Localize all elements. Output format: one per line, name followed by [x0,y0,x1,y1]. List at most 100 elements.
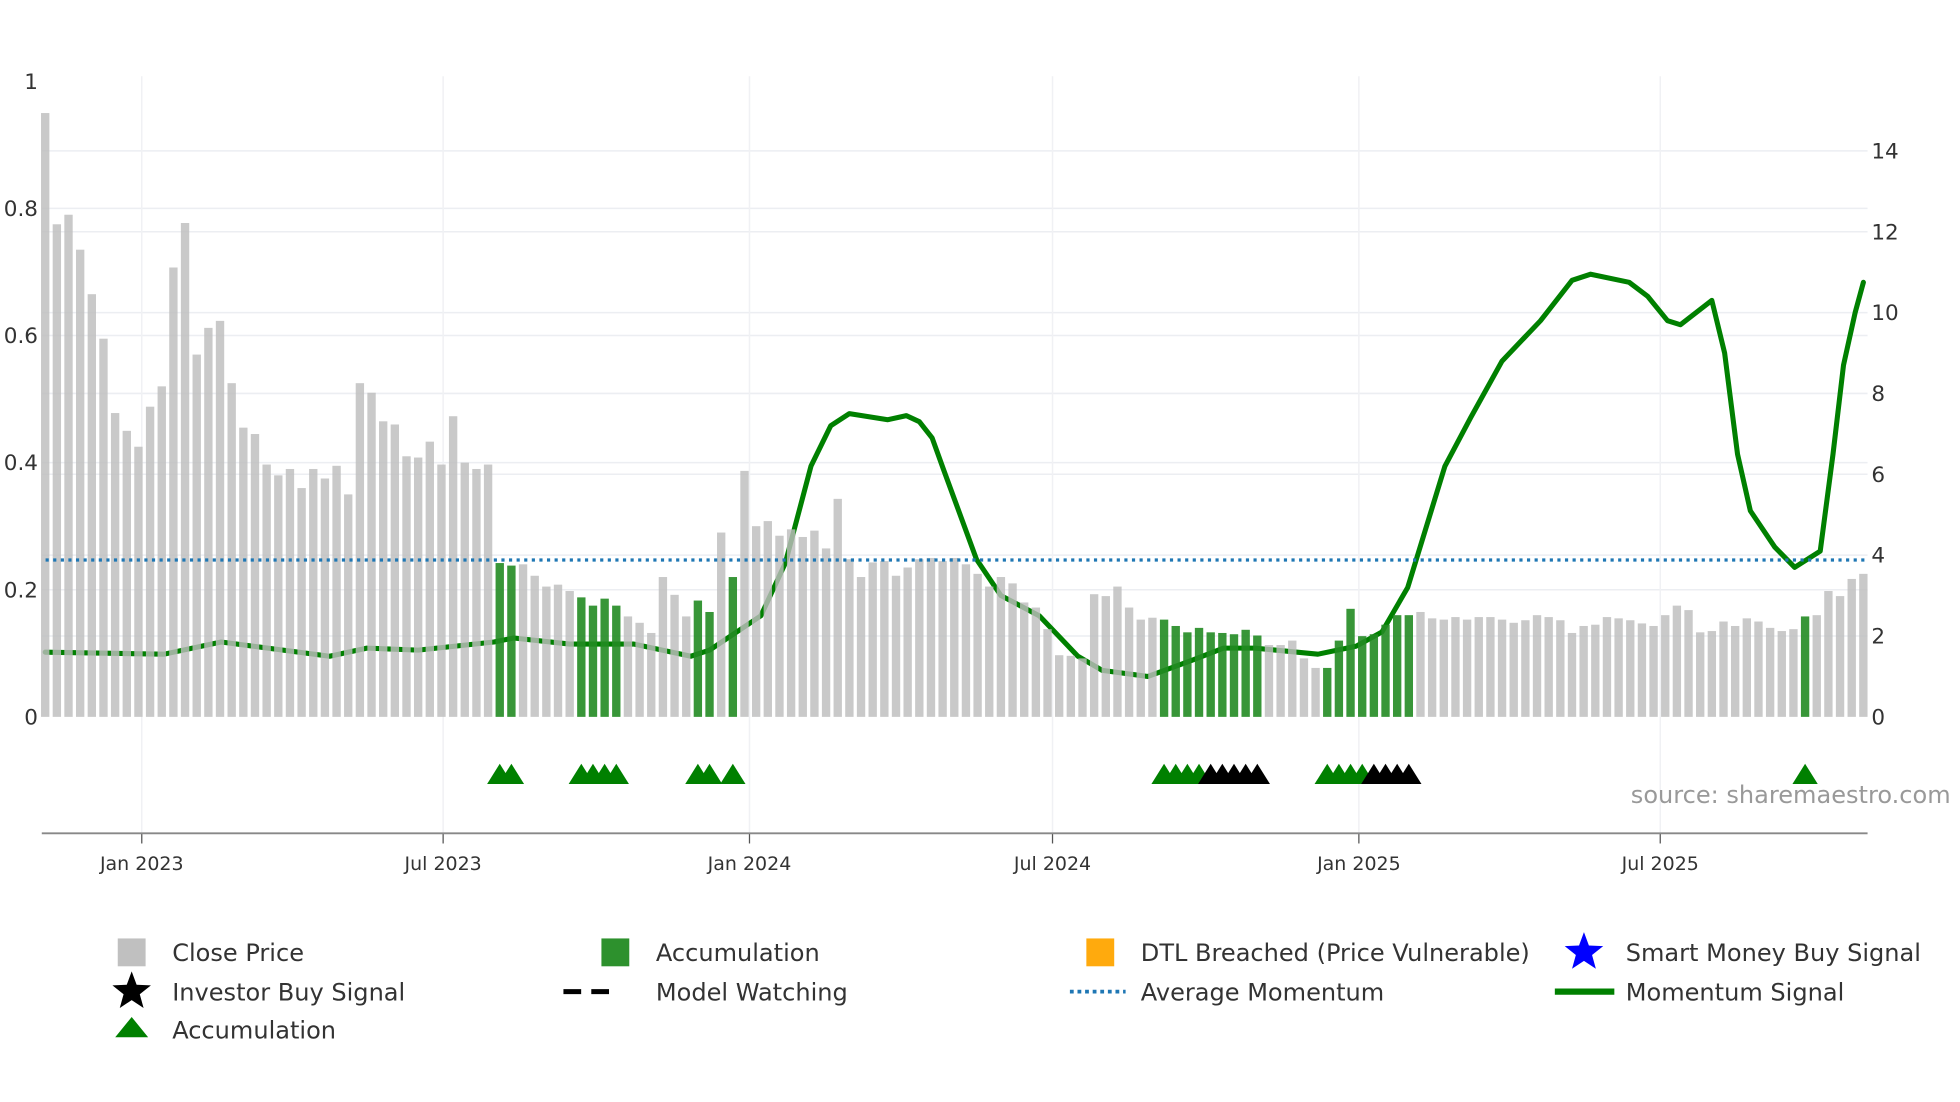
left-tick-label: 0 [24,705,38,730]
gridlines [41,76,1868,834]
close-price-bar [285,468,295,717]
close-price-bar [1416,611,1425,717]
close-price-bar [821,548,831,717]
close-price-bar [87,294,96,717]
close-price-bar [1672,605,1682,717]
legend-label: Investor Buy Signal [172,978,405,1006]
left-tick-label: 0.4 [4,451,38,476]
close-price-bar [145,406,155,717]
close-price-bar [798,536,807,717]
price-bars [41,113,1868,717]
close-price-bar [1462,619,1472,717]
close-price-bar [1148,617,1157,717]
accumulation-bar [1253,635,1262,717]
close-price-bar [950,557,959,717]
close-price-bar [985,586,994,717]
close-price-bar [1637,623,1647,717]
left-tick-label: 1 [24,70,38,95]
close-price-bar [1684,610,1693,717]
close-price-bar [413,457,423,717]
close-price-bar [1567,632,1577,717]
close-price-bar [1288,640,1297,717]
close-price-bar [99,338,108,717]
close-price-bar [448,416,458,717]
close-price-bar [157,386,166,717]
close-price-bar [1043,629,1052,717]
close-price-bar [1078,658,1087,717]
close-price-bar [367,392,376,717]
close-price-bar [1509,622,1518,717]
accumulation-bar [507,565,516,717]
close-price-bar [682,616,691,717]
close-price-bar [1649,625,1658,717]
close-price-bar [425,441,434,717]
right-tick-label: 12 [1871,220,1898,245]
accumulation-bar [1159,619,1169,717]
close-price-bar [250,434,260,717]
legend-label: DTL Breached (Price Vulnerable) [1141,939,1530,967]
close-price-bar [1556,620,1565,717]
close-price-bar [1661,615,1670,717]
close-price-bar [647,632,656,717]
accumulation-bar [1229,634,1239,717]
close-price-bar [1124,607,1134,717]
close-price-bar [192,354,201,717]
legend: Close Price Accumulation DTL Breached (Pri… [112,932,1921,1044]
x-tick-label: Jan 2023 [99,853,184,875]
close-price-bar [239,427,248,717]
close-price-bar [658,577,668,717]
close-price-bar [1532,615,1542,717]
close-price-bar [1055,655,1064,717]
close-price-bar [1474,617,1483,717]
x-tick-label: Jan 2024 [707,853,792,875]
close-price-bar [1427,618,1437,717]
close-price-bar [1614,618,1623,717]
legend-item: Smart Money Buy Signal [1564,932,1921,969]
accumulation-bar [1323,667,1332,717]
close-price-bar [518,564,528,717]
close-price-bar [542,586,551,717]
legend-item: Model Watching [563,978,848,1006]
close-price-bar [1113,586,1122,717]
close-price-bar [1311,667,1320,717]
close-price-bar [1730,625,1740,717]
close-price-bar [355,383,365,717]
legend-label: Smart Money Buy Signal [1626,939,1921,967]
legend-item: Accumulation [115,1016,336,1044]
close-price-bar [786,529,796,717]
close-price-bar [110,413,120,717]
close-price-bar [1497,619,1507,717]
close-price-bar [262,464,271,717]
close-price-bar [553,584,563,717]
legend-label: Close Price [172,939,304,967]
close-price-bar [1626,620,1635,717]
close-price-bar [402,456,411,717]
legend-label: Model Watching [656,978,848,1006]
close-price-bar [1544,617,1553,717]
legend-star-icon [112,971,151,1008]
legend-star-icon [1564,932,1604,969]
accumulation-bar [1381,624,1390,717]
legend-label: Average Momentum [1141,978,1384,1006]
accumulation-bar [588,605,598,717]
close-price-bar [227,383,236,717]
close-price-bar [1824,591,1833,717]
close-price-bar [1521,620,1530,717]
close-price-bar [1847,578,1856,717]
legend-item: Investor Buy Signal [112,971,405,1008]
close-price-bar [180,222,190,717]
close-price-bar [1742,618,1751,717]
accumulation-bar [693,600,703,717]
close-price-bar [215,320,225,717]
right-tick-label: 6 [1871,463,1885,488]
right-tick-label: 0 [1871,705,1885,730]
close-price-bar [1719,621,1728,717]
close-price-bar [938,561,947,717]
accumulation-bar [1171,625,1180,717]
accumulation-bar [1183,632,1192,717]
close-price-bar [635,622,644,717]
close-price-bar [320,478,330,717]
close-price-bar [856,577,866,717]
close-price-bar [1591,624,1600,717]
close-price-bar [1859,573,1868,717]
